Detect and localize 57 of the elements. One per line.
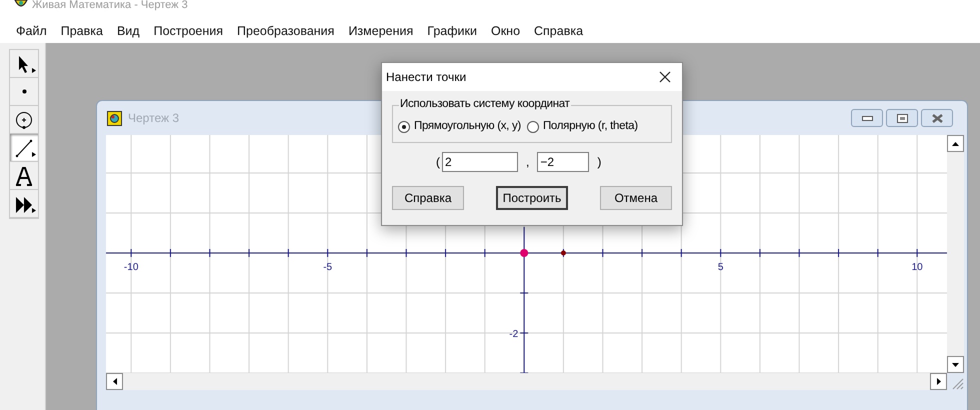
left-arrow-icon (112, 378, 116, 385)
tool-button[interactable] (10, 162, 38, 190)
menu-item[interactable]: Справка (534, 22, 584, 40)
letter-icon (13, 164, 35, 186)
menu-item[interactable]: Окно (490, 22, 520, 40)
right-arrow-icon (936, 378, 940, 385)
x-tick-label: 5 (718, 262, 724, 273)
down-arrow-icon (952, 362, 959, 366)
minimize-button[interactable] (851, 109, 883, 127)
x-tick-label: -5 (323, 262, 332, 273)
close-icon (659, 71, 671, 83)
tool-button[interactable] (10, 106, 38, 134)
menu-item[interactable]: Преобразования (237, 22, 334, 40)
maximize-icon (896, 114, 908, 122)
x-tick-label: -10 (124, 262, 138, 273)
dialog-button[interactable]: Отмена (600, 186, 672, 210)
dialog-button[interactable]: Построить (496, 186, 568, 210)
up-arrow-icon (952, 142, 959, 146)
x-tick-label: 10 (912, 262, 923, 273)
menu-item[interactable]: Графики (427, 22, 477, 40)
maximize-button[interactable] (886, 109, 918, 127)
scroll-down-button[interactable] (947, 356, 964, 373)
plotted-point[interactable] (560, 250, 566, 256)
plotted-point[interactable] (520, 249, 528, 257)
dialog-button[interactable]: Справка (392, 186, 464, 210)
scroll-up-button[interactable] (947, 135, 964, 152)
comma-separator: , (526, 154, 530, 171)
document-icon (107, 110, 122, 126)
submenu-triangle-icon (32, 152, 36, 157)
radio-button[interactable] (526, 120, 539, 133)
close-icon (932, 114, 942, 122)
scroll-right-button[interactable] (930, 373, 947, 390)
menu-item[interactable]: Файл (16, 22, 47, 40)
tool-button[interactable] (10, 134, 38, 162)
y-tick-label: -2 (509, 329, 518, 340)
window-title: Живая Математика - Чертеж 3 (32, 0, 188, 11)
y-coordinate-field[interactable]: −2 (537, 152, 590, 172)
tool-button[interactable] (10, 50, 38, 78)
document-title: Чертеж 3 (128, 110, 180, 127)
open-parenthesis: ( (436, 154, 440, 171)
close-parenthesis: ) (597, 154, 602, 171)
radio-option[interactable]: Полярную (r, theta) (526, 118, 638, 136)
menu-item[interactable]: Правка (60, 22, 103, 40)
minimize-icon (862, 116, 872, 120)
submenu-triangle-icon (32, 68, 36, 73)
menu-item[interactable]: Вид (116, 22, 140, 40)
tool-button[interactable] (10, 190, 38, 218)
menu-item[interactable]: Измерения (348, 22, 414, 40)
x-coordinate-field[interactable]: 2 (442, 152, 518, 172)
radio-option[interactable]: Прямоугольную (x, y) (398, 118, 521, 136)
radio-button[interactable] (398, 120, 410, 133)
submenu-triangle-icon (32, 208, 36, 213)
menu-item[interactable]: Построения (154, 22, 224, 40)
group-label: Использовать систему координат (399, 97, 571, 111)
point-icon (22, 89, 26, 94)
scroll-left-button[interactable] (106, 373, 123, 390)
dialog-title: Нанести точки (386, 69, 466, 86)
